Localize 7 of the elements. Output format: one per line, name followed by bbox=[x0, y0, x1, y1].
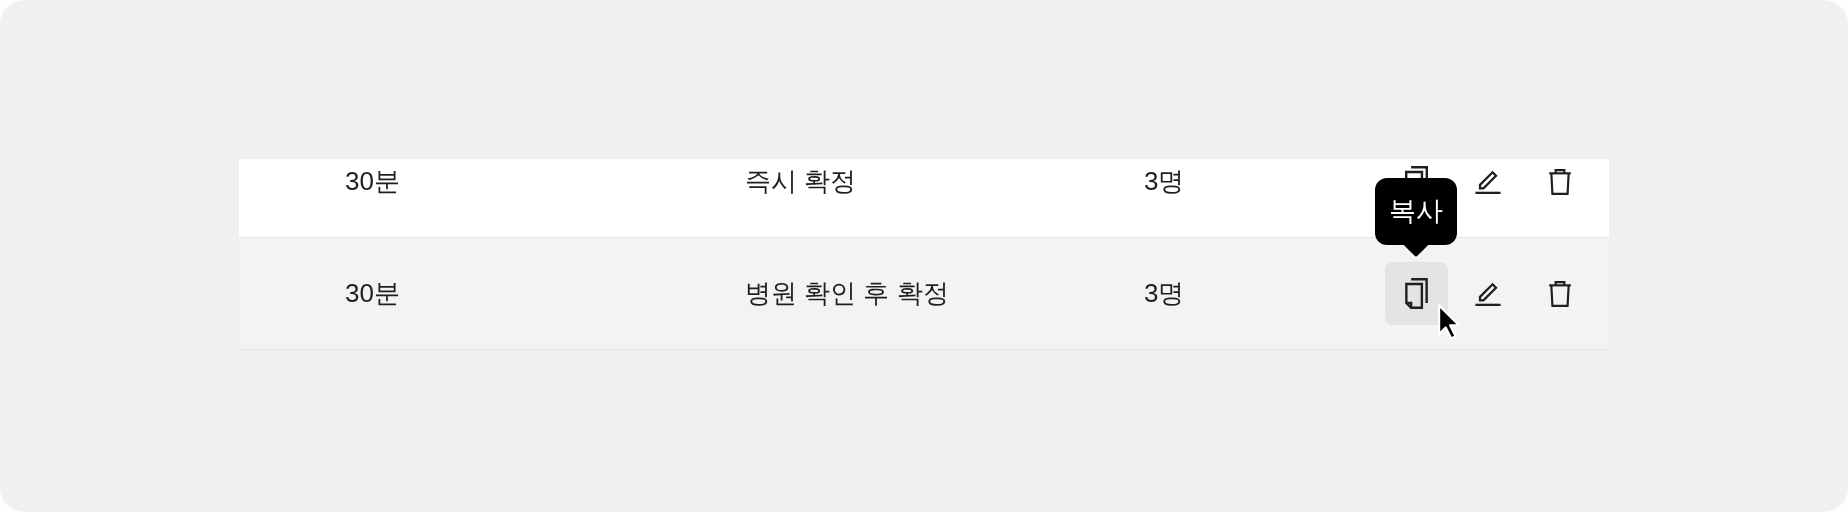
table-cell: 3명 bbox=[1144, 278, 1185, 308]
tooltip: 복사 bbox=[1375, 178, 1457, 245]
table-cell: 3명 bbox=[1144, 166, 1185, 196]
table-cell: 즉시 확정 bbox=[745, 166, 857, 196]
table-cell: 병원 확인 후 확정 bbox=[745, 278, 949, 308]
table-cell: 30분 bbox=[345, 166, 400, 196]
table-cell: 30분 bbox=[345, 278, 400, 308]
